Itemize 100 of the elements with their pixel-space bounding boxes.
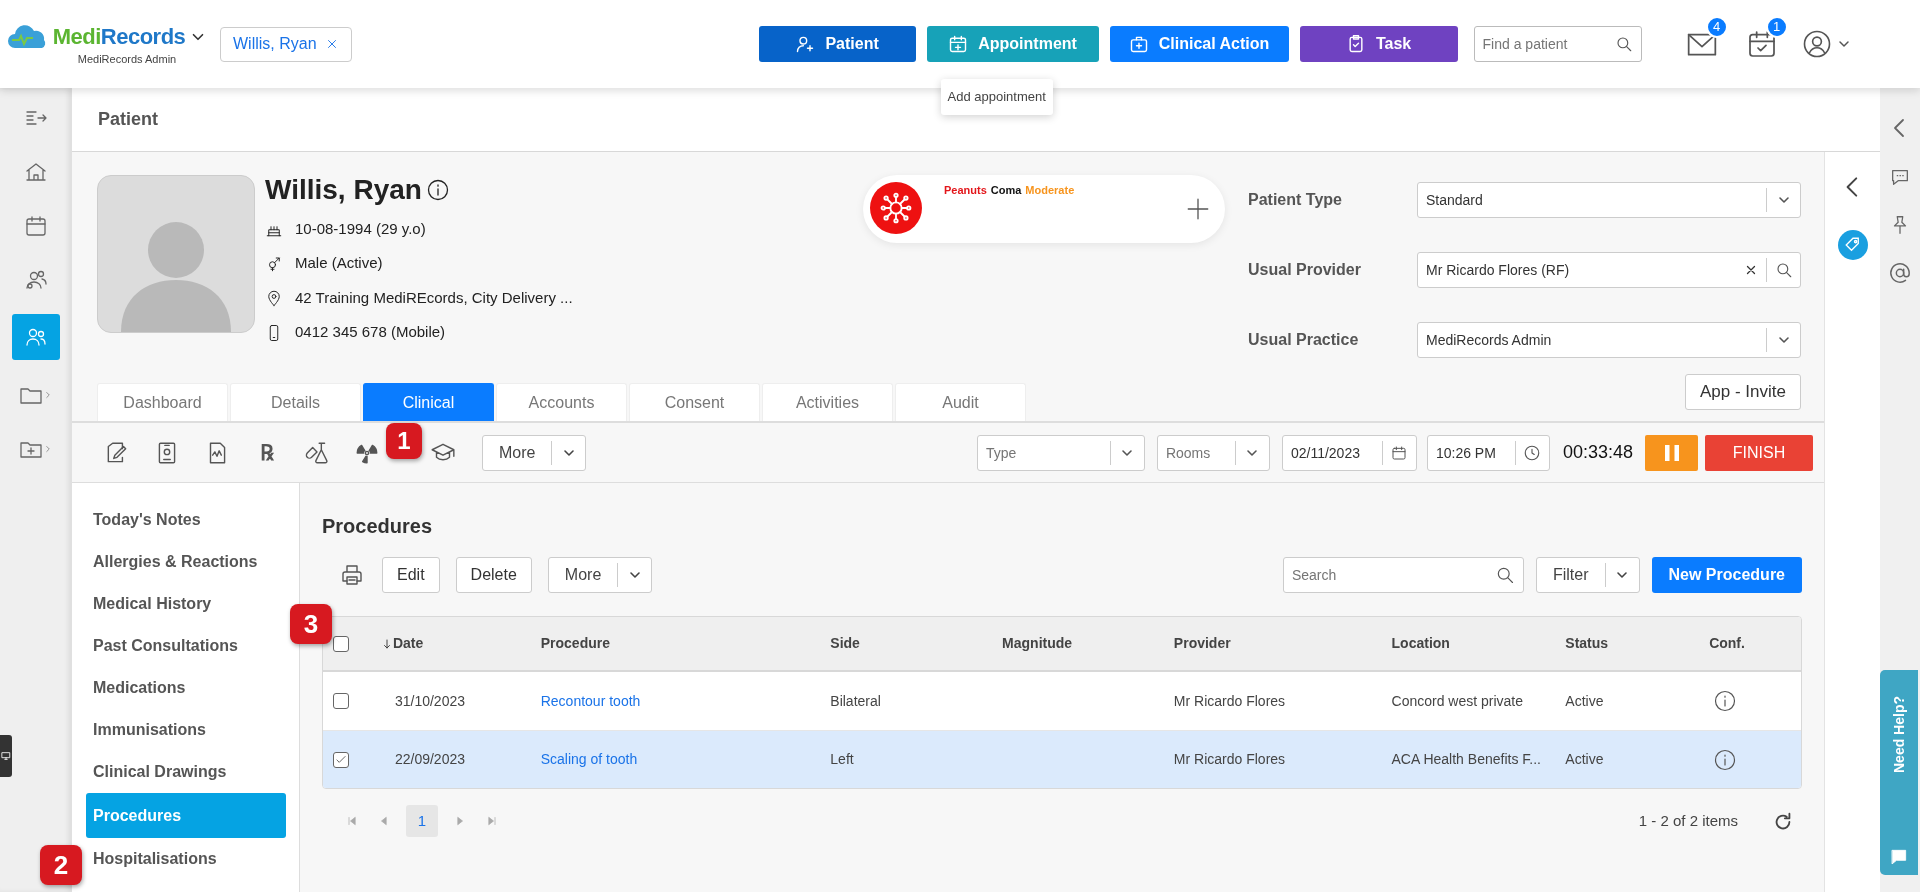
column-header[interactable]: Date xyxy=(392,633,424,654)
brand-name: MediRecords xyxy=(52,23,186,52)
open-patient-chip[interactable]: Willis, Ryan xyxy=(220,26,352,62)
tab[interactable]: Audit xyxy=(895,383,1026,421)
location-pin-icon xyxy=(265,289,283,308)
type-select[interactable]: Type xyxy=(976,434,1145,471)
column-header[interactable]: Magnitude xyxy=(1002,633,1073,654)
plus-icon[interactable] xyxy=(1185,196,1211,222)
side-nav-item[interactable]: Clinical Drawings xyxy=(86,751,286,793)
action-button[interactable]: Delete xyxy=(455,557,532,593)
allergy-alert-card[interactable]: Peanuts Coma Moderate xyxy=(863,175,1225,243)
callout-marker: 3 xyxy=(290,604,332,644)
procedure-link[interactable]: Recontour tooth xyxy=(540,692,641,709)
field-label: Patient Type xyxy=(1248,190,1343,210)
field-label: Usual Practice xyxy=(1248,330,1360,350)
date-field[interactable]: 02/11/2023 xyxy=(1281,434,1417,471)
person-plus-icon xyxy=(795,34,816,54)
clear-icon[interactable] xyxy=(1744,263,1758,277)
time-field[interactable]: 10:26 PM xyxy=(1426,434,1550,471)
patient-action-button[interactable]: Patient xyxy=(758,26,916,62)
side-tab[interactable] xyxy=(0,735,12,777)
row-checkbox[interactable] xyxy=(333,751,349,768)
lookup-field[interactable]: Mr Ricardo Flores (RF) xyxy=(1417,252,1801,288)
table-cell: Active xyxy=(1565,692,1604,709)
side-nav-item[interactable]: Medications xyxy=(86,667,286,709)
printer-icon[interactable] xyxy=(340,563,364,587)
action-button[interactable]: Edit xyxy=(382,557,440,593)
table-cell: 22/09/2023 xyxy=(394,751,465,767)
pause-icon xyxy=(1663,443,1680,462)
column-header[interactable]: Procedure xyxy=(540,633,610,654)
patient-search-field[interactable]: Find a patient xyxy=(1473,26,1642,62)
table-cell: 31/10/2023 xyxy=(394,692,465,709)
tag-icon[interactable] xyxy=(1837,230,1868,260)
search-field[interactable]: Search xyxy=(1282,557,1524,593)
side-nav-item[interactable]: Allergies & Reactions xyxy=(86,541,286,583)
row-checkbox[interactable] xyxy=(333,693,349,709)
column-header[interactable]: Location xyxy=(1391,633,1450,654)
tab[interactable]: Dashboard xyxy=(97,383,228,421)
patient-detail: 0412 345 678 (Mobile) xyxy=(295,322,446,343)
table-cell: ACA Health Benefits F... xyxy=(1391,751,1541,767)
info-icon[interactable] xyxy=(425,178,450,203)
table-row[interactable]: 22/09/2023 Scaling of tooth Left Mr Ricardo Flores ACA Health Benefits F... Active xyxy=(323,730,1801,788)
finish-button[interactable]: FINISH xyxy=(1705,434,1813,471)
side-nav-item[interactable]: Immunisations xyxy=(86,709,286,751)
table-cell: Mr Ricardo Flores xyxy=(1173,692,1286,709)
column-header[interactable]: Provider xyxy=(1173,633,1231,654)
task-action-button[interactable]: Task xyxy=(1299,26,1458,62)
table-cell: Active xyxy=(1565,751,1604,767)
table-cell: Concord west private xyxy=(1391,692,1524,709)
clinical-action-button[interactable]: Clinical Action xyxy=(1109,26,1289,62)
patient-detail: 42 Training MediREcords, City Delivery ... xyxy=(295,287,573,308)
side-nav-item[interactable]: Hospitalisations xyxy=(86,838,286,880)
field-label: Usual Provider xyxy=(1248,260,1362,280)
select-field[interactable]: Standard xyxy=(1417,182,1801,218)
table-cell: Mr Ricardo Flores xyxy=(1173,751,1286,767)
prescription-button[interactable]: ℞ xyxy=(252,437,282,468)
calendar-icon[interactable] xyxy=(1391,444,1408,461)
page-button[interactable]: 1 xyxy=(406,805,438,837)
tab[interactable]: Clinical xyxy=(363,383,494,421)
search-icon[interactable] xyxy=(1774,261,1793,279)
callout-marker: 2 xyxy=(40,845,82,885)
tab[interactable]: Accounts xyxy=(496,383,627,421)
tab[interactable]: Consent xyxy=(629,383,760,421)
chevron-right-icon xyxy=(43,443,53,454)
select-all-checkbox[interactable] xyxy=(333,635,349,652)
app-invite-button[interactable]: App - Invite xyxy=(1685,374,1801,410)
side-nav-item[interactable]: Medical History xyxy=(86,583,286,625)
count-badge: 4 xyxy=(1705,16,1728,38)
table-cell: Bilateral xyxy=(830,692,881,709)
clock-icon[interactable] xyxy=(1523,443,1542,462)
side-nav-item[interactable]: Past Consultations xyxy=(86,625,286,667)
column-header[interactable]: Conf. xyxy=(1709,633,1745,654)
table-row[interactable]: 31/10/2023 Recontour tooth Bilateral Mr Ricardo Flores Concord west private Active xyxy=(323,672,1801,730)
column-header[interactable]: Status xyxy=(1565,633,1609,654)
count-badge: 1 xyxy=(1765,16,1788,38)
user-avatar-icon[interactable] xyxy=(1801,29,1832,59)
procedure-link[interactable]: Scaling of tooth xyxy=(540,751,638,767)
monitor-icon xyxy=(1,751,11,761)
practice-name: MediRecords Admin xyxy=(77,52,177,68)
column-header[interactable]: Side xyxy=(830,633,860,654)
medical-kit-icon xyxy=(1128,34,1149,54)
search-icon xyxy=(1614,35,1633,53)
info-icon[interactable] xyxy=(1713,689,1738,713)
patient-name: Willis, Ryan xyxy=(265,175,422,206)
section-title: Procedures xyxy=(322,514,433,539)
patient-detail: 10-08-1994 (29 y.o) xyxy=(295,218,426,239)
table-cell: Left xyxy=(830,751,854,767)
at-sign-icon[interactable] xyxy=(1889,262,1911,284)
page-title: Patient xyxy=(98,108,158,131)
side-nav-item[interactable]: Today's Notes xyxy=(86,499,286,541)
tab[interactable]: Activities xyxy=(762,383,893,421)
alert-text: Peanuts xyxy=(944,183,987,198)
alert-text: Moderate xyxy=(1025,183,1075,198)
tab[interactable]: Details xyxy=(230,383,361,421)
rooms-select[interactable]: Rooms xyxy=(1156,434,1270,471)
new-procedure-button[interactable]: New Procedure xyxy=(1651,557,1802,593)
calendar-plus-icon xyxy=(948,34,969,54)
select-field[interactable]: MediRecords Admin xyxy=(1417,322,1801,358)
tooltip: Add appointment xyxy=(940,79,1053,115)
item-count: 1 - 2 of 2 items xyxy=(1638,810,1738,831)
